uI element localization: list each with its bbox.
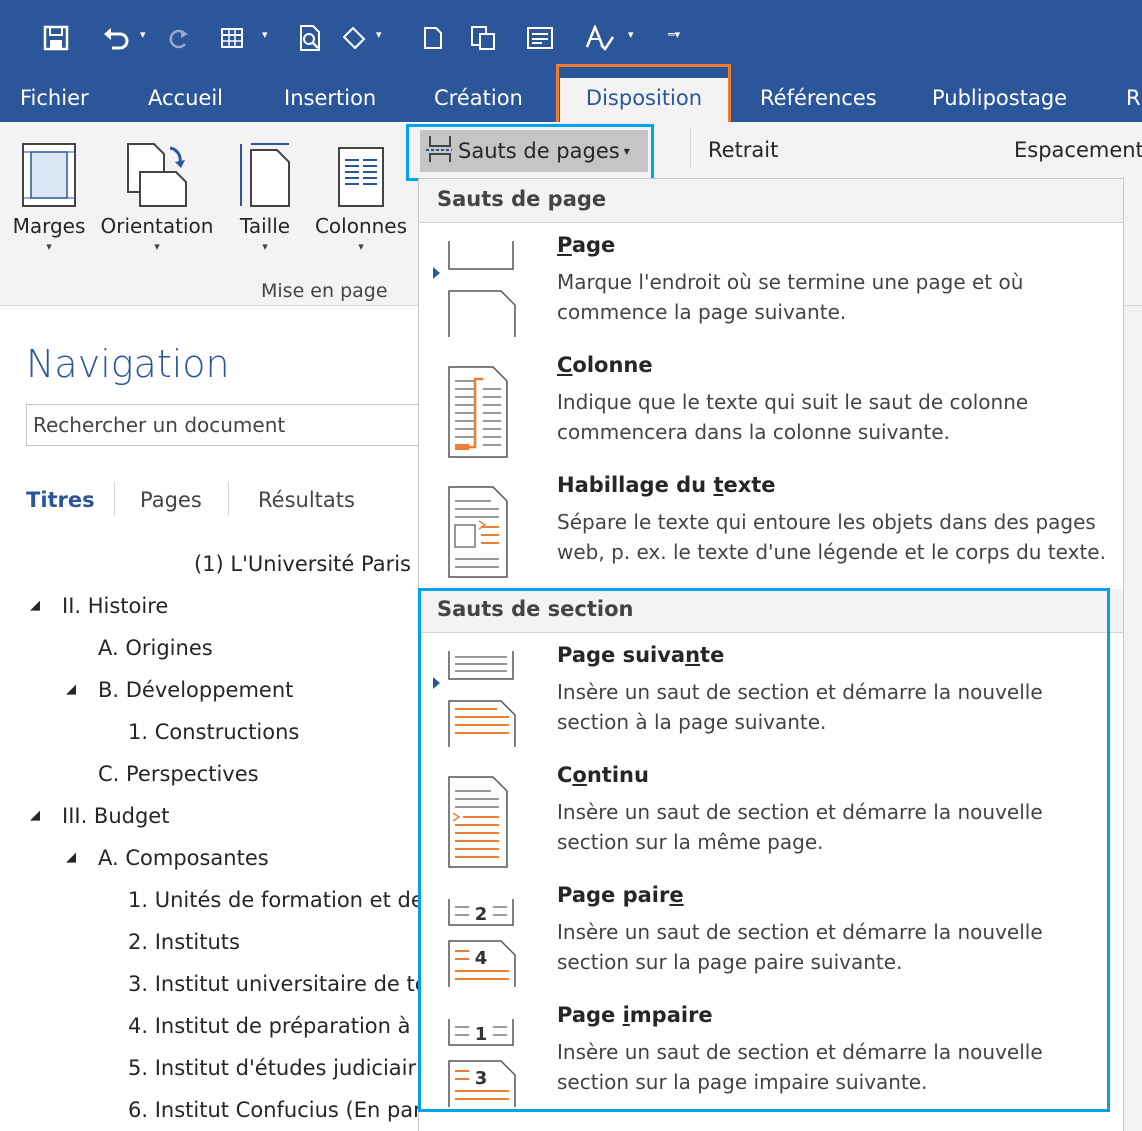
- nav-heading-item[interactable]: A. Origines: [98, 636, 213, 660]
- format-painter-icon[interactable]: [336, 18, 372, 58]
- menu-item-title: Page: [557, 233, 616, 257]
- text-box-icon[interactable]: [522, 18, 558, 58]
- nav-heading-item[interactable]: C. Perspectives: [98, 762, 259, 786]
- chevron-down-icon[interactable]: ▾: [262, 28, 268, 41]
- highlight-frame: [406, 124, 654, 181]
- chevron-down-icon[interactable]: ▾: [140, 28, 146, 41]
- undo-icon[interactable]: [96, 18, 136, 58]
- text-wrapping-icon: [448, 486, 508, 578]
- nav-heading-item[interactable]: II. Histoire: [62, 594, 168, 618]
- tab-revision[interactable]: R: [1126, 78, 1141, 122]
- collapse-icon[interactable]: ◢: [66, 850, 76, 865]
- chevron-down-icon[interactable]: ▾: [628, 28, 634, 41]
- nav-heading-item[interactable]: III. Budget: [62, 804, 169, 828]
- orientation-icon: [96, 130, 218, 208]
- nav-heading-item[interactable]: 3. Institut universitaire de te: [128, 972, 428, 996]
- tab-fichier[interactable]: Fichier: [20, 78, 89, 122]
- menu-item-title: Colonne: [557, 353, 653, 377]
- nav-heading-item[interactable]: 4. Institut de préparation à l: [128, 1014, 423, 1038]
- page-break-icon: [448, 241, 516, 337]
- nav-heading-item[interactable]: (1) L'Université Paris I: [194, 552, 424, 576]
- nav-heading-item[interactable]: 5. Institut d'études judiciair: [128, 1056, 416, 1080]
- nav-tab-resultats[interactable]: Résultats: [258, 488, 355, 512]
- nav-tab-titres[interactable]: Titres: [26, 488, 95, 512]
- divider: [228, 482, 229, 516]
- nav-heading-item[interactable]: 6. Institut Confucius (En part: [128, 1098, 430, 1122]
- orientation-label: Orientation: [100, 214, 214, 238]
- menu-item-description: Marque l'endroit où se termine une page …: [557, 270, 1024, 324]
- navigation-title: Navigation: [26, 342, 230, 386]
- margins-label: Marges: [12, 214, 86, 238]
- size-label: Taille: [239, 214, 291, 238]
- copy-icon[interactable]: [466, 18, 500, 58]
- menu-item-text-wrapping[interactable]: Habillage du texte Sépare le texte qui e…: [419, 473, 1123, 593]
- nav-heading-item[interactable]: B. Développement: [98, 678, 293, 702]
- redo-icon[interactable]: [160, 18, 196, 58]
- columns-icon: [308, 130, 414, 208]
- column-break-icon: [448, 366, 508, 458]
- chevron-down-icon: ▾: [262, 240, 268, 253]
- divider: [114, 482, 115, 516]
- menu-item-description: Sépare le texte qui entoure les objets d…: [557, 510, 1106, 564]
- print-preview-icon[interactable]: [292, 18, 328, 58]
- size-icon: [232, 130, 298, 208]
- collapse-icon[interactable]: ◢: [66, 682, 76, 697]
- menu-item-title: Habillage du texte: [557, 473, 776, 497]
- margins-icon: [8, 130, 90, 208]
- tab-references[interactable]: Références: [760, 78, 877, 122]
- orientation-button[interactable]: Orientation ▾: [96, 130, 218, 253]
- menu-item-description: Indique que le texte qui suit le saut de…: [557, 390, 1029, 444]
- nav-heading-item[interactable]: 2. Instituts: [128, 930, 240, 954]
- menu-item-column-break[interactable]: Colonne Indique que le texte qui suit le…: [419, 353, 1123, 473]
- divider: [690, 128, 691, 168]
- nav-heading-item[interactable]: 1. Constructions: [128, 720, 299, 744]
- margins-button[interactable]: Marges ▾: [8, 130, 90, 253]
- nav-tab-pages[interactable]: Pages: [140, 488, 202, 512]
- chevron-down-icon[interactable]: ▾: [376, 28, 382, 41]
- tab-accueil[interactable]: Accueil: [148, 78, 223, 122]
- columns-button[interactable]: Colonnes ▾: [308, 130, 414, 253]
- search-input[interactable]: Rechercher un document: [26, 404, 446, 446]
- group-label-mise-en-page: Mise en page: [261, 280, 388, 302]
- highlight-frame: [556, 64, 731, 126]
- save-icon[interactable]: [36, 18, 76, 58]
- chevron-down-icon: ▾: [154, 240, 160, 253]
- nav-heading-item[interactable]: A. Composantes: [98, 846, 269, 870]
- collapse-icon[interactable]: ◢: [30, 808, 40, 823]
- collapse-icon[interactable]: ◢: [30, 598, 40, 613]
- chevron-down-icon: ▾: [46, 240, 52, 253]
- menu-item-page-break[interactable]: Page Marque l'endroit où se termine une …: [419, 233, 1123, 353]
- blank-page-icon[interactable]: [418, 18, 448, 58]
- indent-label: Retrait: [708, 138, 779, 162]
- tab-insertion[interactable]: Insertion: [284, 78, 376, 122]
- table-icon[interactable]: [214, 18, 250, 58]
- chevron-down-icon: ▾: [358, 240, 364, 253]
- size-button[interactable]: Taille ▾: [232, 130, 298, 253]
- columns-label: Colonnes: [314, 214, 408, 238]
- tab-publipostage[interactable]: Publipostage: [932, 78, 1067, 122]
- highlight-frame: [418, 588, 1110, 1112]
- spacing-label: Espacement: [1014, 138, 1142, 162]
- nav-heading-item[interactable]: 1. Unités de formation et de: [128, 888, 424, 912]
- spelling-icon[interactable]: [580, 18, 620, 58]
- customize-icon[interactable]: ═▾: [668, 28, 680, 41]
- menu-section-header: Sauts de page: [419, 179, 1123, 223]
- tab-creation[interactable]: Création: [434, 78, 523, 122]
